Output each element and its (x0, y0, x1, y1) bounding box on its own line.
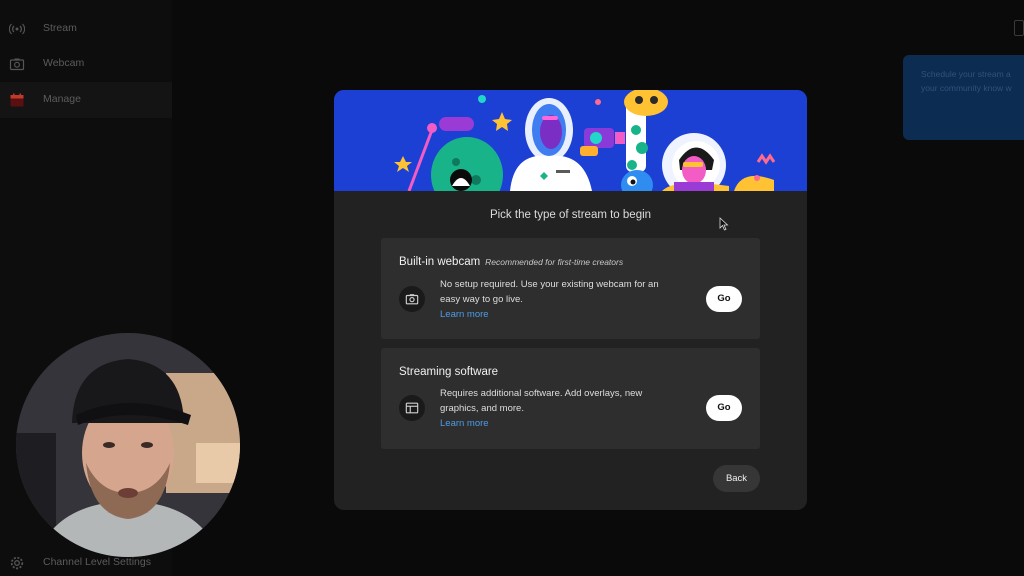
option-title-text: Built-in webcam (399, 256, 481, 268)
option-description: No setup required. Use your existing web… (440, 277, 685, 322)
calendar-icon (10, 93, 24, 107)
sidebar-item-manage[interactable]: Manage (0, 82, 172, 118)
app-window: Stream Webcam Manage Channel Level Setti… (0, 0, 1024, 576)
option-title: Built-in webcam Recommended for first-tim… (399, 256, 623, 268)
option-description-line: Requires additional software. Add overla… (440, 388, 643, 399)
creators-illustration (334, 90, 807, 191)
option-card-webcam: Built-in webcam Recommended for first-tim… (381, 238, 760, 339)
option-title: Streaming software (399, 366, 499, 378)
broadcast-icon (9, 23, 25, 35)
option-card-streaming-software: Streaming software Requires additional s… (381, 348, 760, 449)
camera-icon (399, 286, 425, 312)
sidebar-item-label: Webcam (43, 57, 85, 69)
schedule-promo-card[interactable]: Schedule your stream a your community kn… (903, 55, 1024, 140)
sidebar-item-label: Channel Level Settings (43, 556, 151, 568)
sidebar-item-label: Stream (43, 22, 77, 34)
back-button[interactable]: Back (713, 465, 760, 492)
learn-more-link[interactable]: Learn more (440, 307, 685, 322)
learn-more-link[interactable]: Learn more (440, 416, 685, 431)
option-description: Requires additional software. Add overla… (440, 386, 685, 431)
clipboard-icon[interactable] (1014, 20, 1024, 36)
recommended-tag: Recommended for first-time creators (485, 257, 624, 267)
option-description-line: No setup required. Use your existing web… (440, 279, 659, 290)
gear-icon (10, 556, 24, 570)
dialog-banner-illustration (334, 90, 807, 191)
camera-icon (9, 58, 25, 71)
option-description-line: easy way to go live. (440, 294, 523, 305)
dialog-title: Pick the type of stream to begin (489, 209, 652, 221)
sidebar-item-webcam[interactable]: Webcam (0, 46, 172, 82)
promo-text-line: Schedule your stream a (921, 69, 1011, 79)
layout-icon (399, 395, 425, 421)
sidebar-item-stream[interactable]: Stream (0, 11, 172, 47)
sidebar-item-label: Manage (43, 93, 81, 105)
go-button-webcam[interactable]: Go (706, 286, 742, 312)
promo-text-line: your community know w (921, 83, 1012, 93)
option-description-line: graphics, and more. (440, 403, 524, 414)
stream-type-dialog: Pick the type of stream to begin Built-i… (334, 90, 807, 510)
go-button-streaming-software[interactable]: Go (706, 395, 742, 421)
presenter-video-image (16, 333, 240, 557)
mouse-cursor-icon (719, 217, 729, 231)
presenter-webcam-overlay (16, 333, 240, 557)
